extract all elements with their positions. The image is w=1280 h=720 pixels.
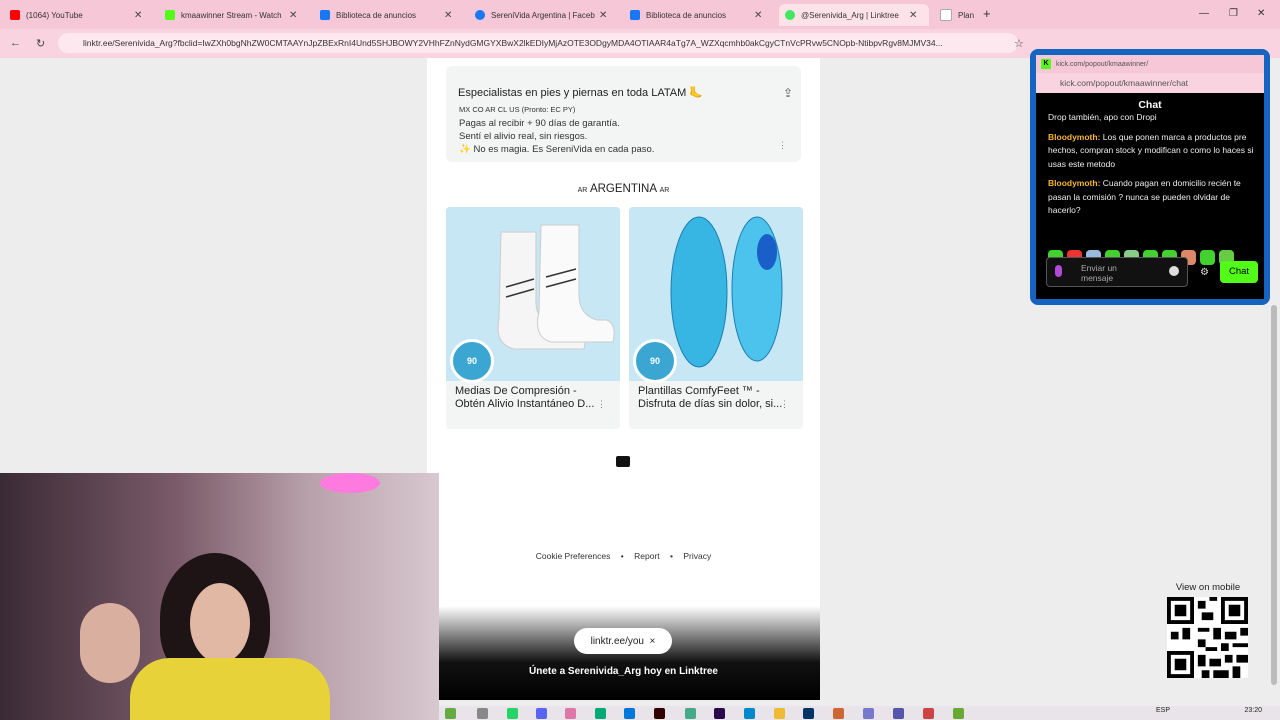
- edge-icon[interactable]: [595, 708, 606, 719]
- gear-icon[interactable]: ⚙: [1200, 267, 1209, 278]
- card-line-2: Sentí el alivio real, sin riesgos.: [459, 131, 588, 142]
- chat-message-input[interactable]: Enviar un mensaje: [1046, 257, 1188, 287]
- microphone-icon[interactable]: [1055, 265, 1062, 277]
- product-title: Plantillas ComfyFeet ™ - Disfruta de día…: [638, 385, 783, 410]
- tab-biblioteca-2[interactable]: Biblioteca de anuncios ✕: [624, 4, 774, 26]
- more-options-icon[interactable]: ⋮: [597, 399, 606, 410]
- tab-youtube[interactable]: (1064) YouTube ✕: [4, 4, 154, 26]
- close-tab-icon[interactable]: ✕: [909, 10, 917, 21]
- webcam-overlay: [0, 473, 439, 720]
- close-tab-icon[interactable]: ✕: [134, 10, 142, 21]
- qr-label: View on mobile: [1175, 582, 1241, 593]
- linktree-page: Especialistas en pies y piernas en toda …: [427, 58, 820, 700]
- tab-facebook[interactable]: SereniVida Argentina | Faceb ✕: [469, 4, 619, 26]
- footer-links: Cookie Preferences • Report • Privacy: [535, 551, 712, 561]
- app-icon[interactable]: [923, 708, 934, 719]
- emoji-icon[interactable]: [1169, 266, 1179, 276]
- app-icon[interactable]: [953, 708, 964, 719]
- page-scrollbar[interactable]: [1271, 305, 1277, 685]
- tab-plant[interactable]: Plant: [934, 4, 974, 26]
- premiere-icon[interactable]: [714, 708, 725, 719]
- close-tab-icon[interactable]: ✕: [599, 10, 607, 21]
- folder-icon[interactable]: [774, 708, 785, 719]
- browser-tab-bar: (1064) YouTube ✕ kmaawinner Stream - Watc…: [0, 0, 1280, 29]
- section-title: ARGENTINA: [589, 183, 657, 195]
- qr-code: [1167, 597, 1248, 678]
- privacy-link[interactable]: Privacy: [683, 551, 711, 561]
- tab-kick-stream[interactable]: kmaawinner Stream - Watch ✕: [159, 4, 309, 26]
- guarantee-badge: 90: [633, 339, 677, 383]
- back-icon[interactable]: ←: [10, 37, 21, 49]
- product-card-socks[interactable]: 90 Medias De Compresión - Obtén Alivio I…: [446, 207, 620, 429]
- flag-label: AR: [577, 187, 588, 194]
- profile-info-card[interactable]: Especialistas en pies y piernas en toda …: [446, 66, 801, 162]
- bookmark-star-icon[interactable]: ☆: [1014, 37, 1024, 50]
- close-window-button[interactable]: ✕: [1257, 8, 1265, 19]
- card-line-1: Pagas al recibir + 90 días de garantía.: [459, 118, 620, 129]
- app-icon[interactable]: [445, 708, 456, 719]
- close-tab-icon[interactable]: ✕: [754, 10, 762, 21]
- kick-icon: [165, 10, 175, 20]
- chat-send-button[interactable]: Chat: [1220, 261, 1258, 283]
- chat-message: Bloodymoth: Cuando pagan en domicilio re…: [1048, 178, 1241, 215]
- clock[interactable]: 23:20: [1244, 707, 1262, 714]
- minimize-button[interactable]: —: [1199, 8, 1209, 19]
- close-icon[interactable]: ×: [650, 636, 656, 647]
- new-tab-button[interactable]: +: [983, 6, 991, 21]
- claim-url-pill[interactable]: linktr.ee/you ×: [574, 628, 672, 654]
- tab-biblioteca-1[interactable]: Biblioteca de anuncios ✕: [314, 4, 464, 26]
- card-headline: Especialistas en pies y piernas en toda …: [458, 87, 704, 99]
- more-options-icon[interactable]: ⋮: [778, 140, 787, 151]
- close-tab-icon[interactable]: ✕: [444, 10, 452, 21]
- app-icon[interactable]: [477, 708, 488, 719]
- store-icon[interactable]: [624, 708, 635, 719]
- more-options-icon[interactable]: ⋮: [780, 399, 789, 410]
- page-icon: [940, 9, 952, 21]
- chat-url-bar[interactable]: kick.com/popout/kmaawinner/chat: [1036, 73, 1264, 93]
- product-title: Medias De Compresión - Obtén Alivio Inst…: [455, 385, 595, 410]
- cookie-preferences-link[interactable]: Cookie Preferences: [536, 551, 611, 561]
- whatsapp-icon[interactable]: [507, 708, 518, 719]
- card-countries: MX CO AR CL US (Pronto: EC PY): [459, 105, 576, 114]
- app-icon[interactable]: [893, 708, 904, 719]
- illustrator-icon[interactable]: [654, 708, 665, 719]
- meta-icon: [320, 10, 330, 20]
- youtube-icon: [10, 10, 20, 20]
- discord-icon[interactable]: [536, 708, 547, 719]
- product-image-socks: 90: [446, 207, 620, 383]
- tab-linktree[interactable]: @Serenivida_Arg | Linktree ✕: [779, 4, 929, 26]
- chat-message: Drop también, apo con Dropi: [1048, 112, 1157, 122]
- app-icon[interactable]: [833, 708, 844, 719]
- kick-icon: K: [1041, 59, 1051, 69]
- chat-message: Bloodymoth: Los que ponen marca a produc…: [1048, 131, 1254, 169]
- meta-icon: [630, 10, 640, 20]
- report-link[interactable]: Report: [634, 551, 660, 561]
- join-cta[interactable]: Únete a Serenivida_Arg hoy en Linktree: [427, 666, 820, 677]
- chat-messages: Drop también, apo con Dropi Bloodymoth: …: [1036, 111, 1264, 246]
- chat-popout-window: K kick.com/popout/kmaawinner/ kick.com/p…: [1030, 49, 1270, 305]
- reload-icon[interactable]: ↻: [36, 37, 45, 50]
- maximize-button[interactable]: ❐: [1229, 8, 1238, 19]
- chrome-icon[interactable]: [685, 708, 696, 719]
- app-icon[interactable]: [744, 708, 755, 719]
- facebook-icon: [475, 10, 485, 20]
- product-image-insoles: 90: [629, 207, 803, 383]
- product-card-insoles[interactable]: 90 Plantillas ComfyFeet ™ - Disfruta de …: [629, 207, 803, 429]
- photoshop-icon[interactable]: [803, 708, 814, 719]
- linktree-icon: [785, 10, 795, 20]
- taskbar: ESP 23:20: [439, 706, 1280, 720]
- app-icon[interactable]: [565, 708, 576, 719]
- chat-window-titlebar: K kick.com/popout/kmaawinner/: [1036, 55, 1264, 73]
- guarantee-badge: 90: [450, 339, 494, 383]
- section-header: AR ARGENTINA AR: [427, 183, 820, 195]
- email-icon[interactable]: [616, 456, 630, 467]
- share-icon[interactable]: ⇪: [783, 86, 793, 100]
- language-indicator[interactable]: ESP: [1156, 707, 1170, 714]
- url-field[interactable]: linktr.ee/Serenivida_Arg?fbclid=IwZXh0bg…: [58, 33, 1018, 53]
- app-icon[interactable]: [863, 708, 874, 719]
- emote-icon[interactable]: [1200, 250, 1215, 265]
- flag-label: AR: [659, 187, 670, 194]
- card-line-3: ✨ No es magia. Es SereniVida en cada pas…: [459, 144, 655, 155]
- close-tab-icon[interactable]: ✕: [289, 10, 297, 21]
